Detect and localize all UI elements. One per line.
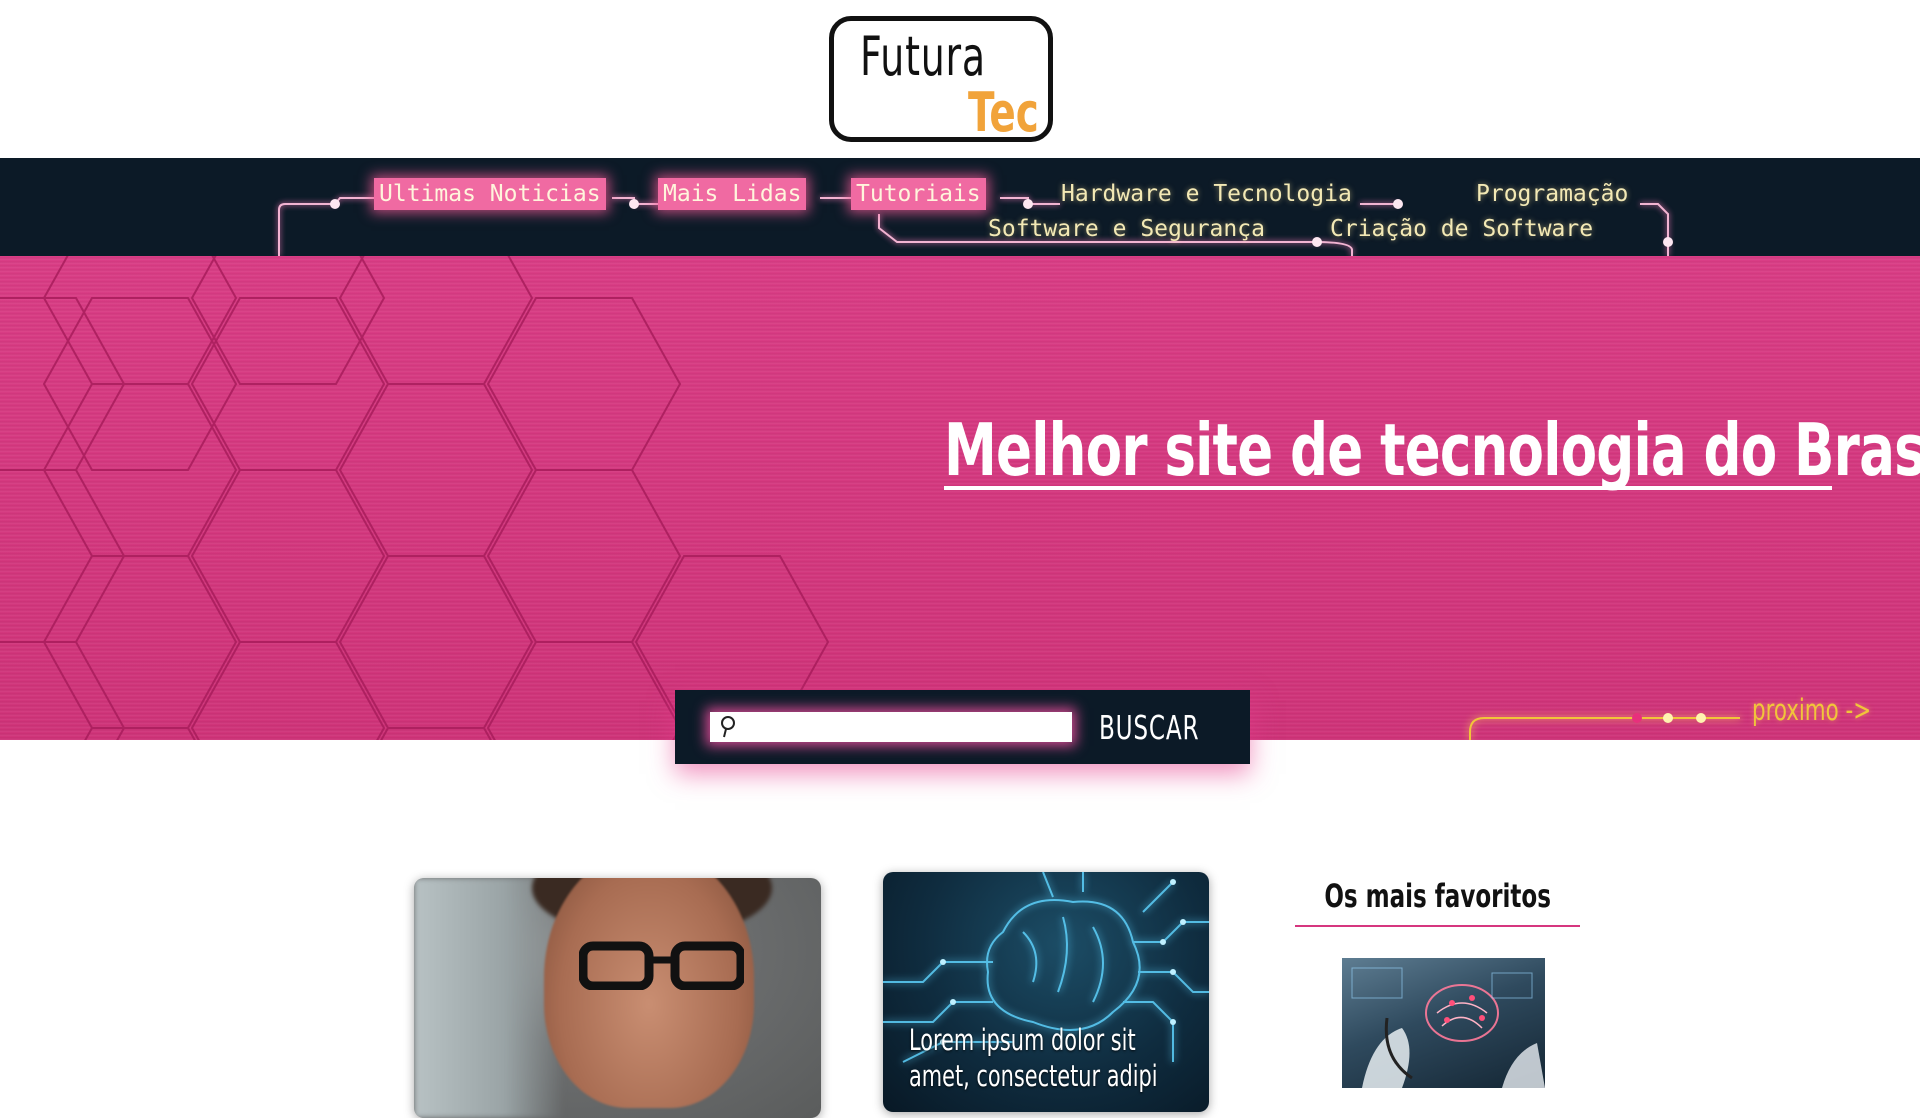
search-icon — [721, 716, 735, 738]
favorites-divider — [1295, 925, 1580, 927]
nav-criacao-de-software[interactable]: Criação de Software — [1330, 213, 1593, 245]
next-circuit-line — [1469, 713, 1740, 740]
favorite-article-image[interactable] — [1342, 958, 1545, 1088]
site-logo[interactable]: Futura Tec — [829, 16, 1053, 144]
search-bar: BUSCAR — [675, 690, 1250, 764]
glasses-icon — [579, 941, 744, 990]
nav-programacao[interactable]: Programação — [1476, 178, 1628, 210]
nav-software-e-seguranca[interactable]: Software e Segurança — [988, 213, 1265, 245]
nav-mais-lidas[interactable]: Mais Lidas — [658, 178, 807, 210]
article-card[interactable] — [414, 878, 821, 1118]
search-input[interactable] — [710, 712, 1072, 742]
next-slide-link[interactable]: proximo -> — [1752, 693, 1871, 727]
search-button[interactable]: BUSCAR — [1099, 704, 1208, 750]
nav-tutoriais[interactable]: Tutoriais — [851, 178, 986, 210]
doctor-brain-hologram-photo — [1351, 967, 1545, 1088]
nav-ultimas-noticias[interactable]: Ultimas Noticias — [374, 178, 606, 210]
favorites-title: Os mais favoritos — [1295, 877, 1580, 915]
boy-with-glasses-photo — [544, 878, 754, 1108]
logo-text-futura: Futura — [860, 25, 986, 88]
article-card[interactable]: Lorem ipsum dolor sit amet, consectetur … — [883, 872, 1209, 1112]
hero-banner: Melhor site de tecnologia do Brasil prox… — [0, 256, 1920, 740]
card-excerpt: Lorem ipsum dolor sit amet, consectetur … — [909, 1023, 1158, 1093]
nav-hardware-e-tecnologia[interactable]: Hardware e Tecnologia — [1061, 178, 1352, 210]
card-image-background — [414, 878, 564, 1118]
header: Futura Tec — [0, 0, 1920, 158]
main-nav: Ultimas Noticias Mais Lidas Tutoriais Ha… — [0, 158, 1920, 256]
logo-text-tec: Tec — [968, 81, 1039, 144]
favorites-title-text: Os mais favoritos — [1324, 877, 1551, 915]
